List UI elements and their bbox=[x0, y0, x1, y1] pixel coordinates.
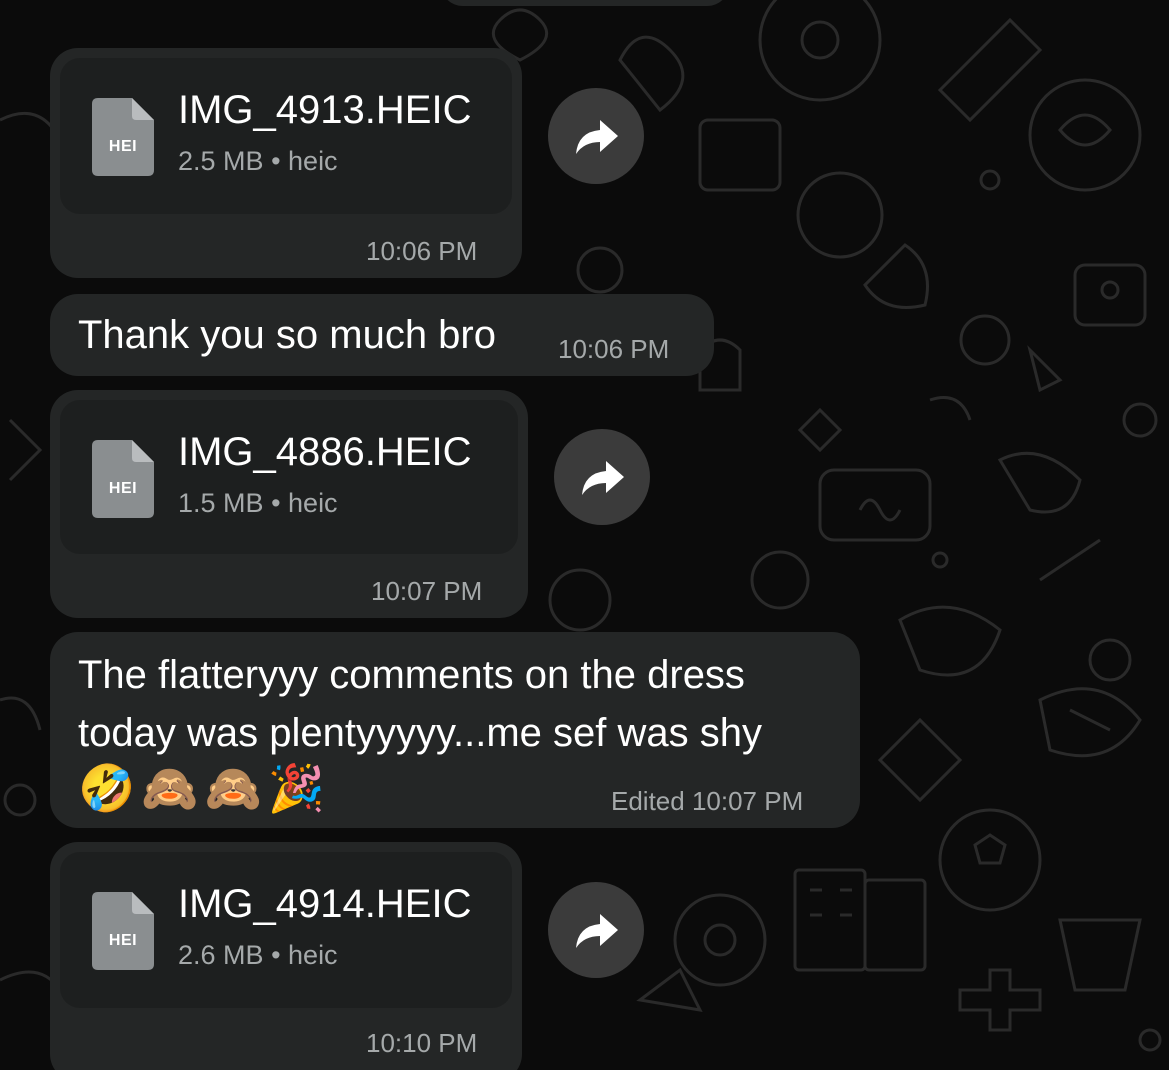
message-emojis: 🤣🙈🙈🎉 bbox=[78, 762, 332, 814]
meta-separator: • bbox=[271, 146, 281, 176]
meta-separator: • bbox=[271, 940, 281, 970]
document-icon: HEI bbox=[92, 440, 154, 518]
message-timestamp: 10:06 PM bbox=[366, 236, 478, 266]
file-message-bubble[interactable]: HEI IMG_4913.HEIC 2.5 MB • heic 10:06 PM bbox=[50, 48, 522, 278]
file-name: IMG_4914.HEIC bbox=[178, 882, 472, 926]
file-meta: 1.5 MB • heic bbox=[178, 488, 338, 519]
file-type-label: HEI bbox=[108, 932, 138, 949]
forward-arrow-icon bbox=[576, 914, 618, 948]
document-icon: HEI bbox=[92, 98, 154, 176]
text-message-bubble[interactable]: The flatteryyy comments on the dress tod… bbox=[50, 632, 860, 828]
forward-arrow-icon bbox=[576, 120, 618, 154]
file-size: 1.5 MB bbox=[178, 488, 264, 518]
forward-arrow-icon bbox=[582, 461, 624, 495]
message-timestamp: 10:10 PM bbox=[366, 1028, 478, 1058]
file-type-label: HEI bbox=[108, 480, 138, 497]
file-attachment-card[interactable]: HEI IMG_4886.HEIC 1.5 MB • heic bbox=[60, 400, 518, 554]
message-timestamp: Edited 10:07 PM bbox=[611, 786, 804, 816]
message-timestamp: 10:07 PM bbox=[371, 576, 483, 606]
file-extension: heic bbox=[288, 940, 338, 970]
file-extension: heic bbox=[288, 488, 338, 518]
previous-message-bubble bbox=[440, 0, 730, 6]
file-size: 2.5 MB bbox=[178, 146, 264, 176]
file-extension: heic bbox=[288, 146, 338, 176]
message-text-line-1: The flatteryyy comments on the dress bbox=[78, 653, 745, 697]
file-attachment-card[interactable]: HEI IMG_4913.HEIC 2.5 MB • heic bbox=[60, 58, 512, 214]
file-name: IMG_4886.HEIC bbox=[178, 430, 472, 474]
message-text: Thank you so much bro bbox=[78, 313, 496, 357]
message-timestamp: 10:06 PM bbox=[558, 334, 670, 364]
file-name: IMG_4913.HEIC bbox=[178, 88, 472, 132]
file-meta: 2.6 MB • heic bbox=[178, 940, 338, 971]
file-message-bubble[interactable]: HEI IMG_4886.HEIC 1.5 MB • heic 10:07 PM bbox=[50, 390, 528, 618]
meta-separator: • bbox=[271, 488, 281, 518]
message-text-line-2: today was plentyyyyy...me sef was shy bbox=[78, 711, 762, 755]
document-icon: HEI bbox=[92, 892, 154, 970]
file-type-label: HEI bbox=[108, 138, 138, 155]
text-message-bubble[interactable]: Thank you so much bro 10:06 PM bbox=[50, 294, 714, 376]
file-size: 2.6 MB bbox=[178, 940, 264, 970]
file-attachment-card[interactable]: HEI IMG_4914.HEIC 2.6 MB • heic bbox=[60, 852, 512, 1008]
forward-button[interactable] bbox=[548, 882, 644, 978]
chat-view: HEI IMG_4913.HEIC 2.5 MB • heic 10:06 PM… bbox=[0, 0, 1169, 1070]
file-message-bubble[interactable]: HEI IMG_4914.HEIC 2.6 MB • heic 10:10 PM bbox=[50, 842, 522, 1070]
forward-button[interactable] bbox=[548, 88, 644, 184]
file-meta: 2.5 MB • heic bbox=[178, 146, 338, 177]
forward-button[interactable] bbox=[554, 429, 650, 525]
